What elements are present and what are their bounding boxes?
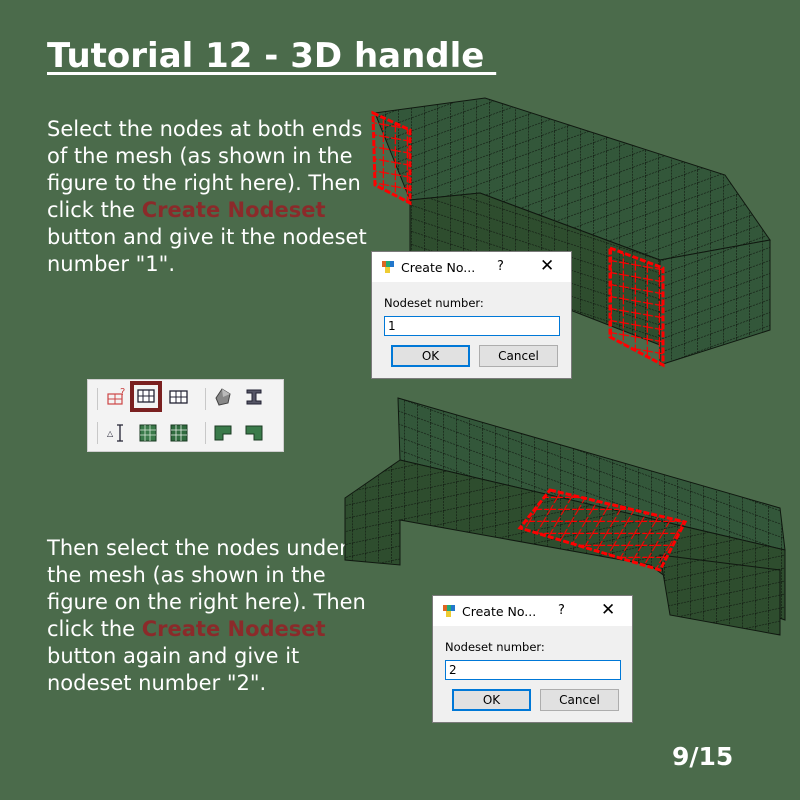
dialog-2-title-bar: Create No... ? ✕ <box>433 596 632 626</box>
nodeset-number-input[interactable] <box>445 660 621 680</box>
create-nodeset-dialog-2: Create No... ? ✕ Nodeset number: OK Canc… <box>432 595 633 723</box>
step1-text-after: button and give it the nodeset number "1… <box>47 225 367 276</box>
app-icon <box>382 261 394 273</box>
app-icon <box>443 605 455 617</box>
close-icon[interactable]: ✕ <box>601 600 615 620</box>
close-icon[interactable]: ✕ <box>540 256 554 276</box>
top-mesh-side-face <box>659 239 771 366</box>
l-block-icon[interactable] <box>212 422 234 444</box>
create-nodeset-dialog-1: Create No... ? ✕ Nodeset number: OK Canc… <box>371 251 572 379</box>
help-icon[interactable]: ? <box>558 603 565 618</box>
delete-nodeset-icon[interactable]: ? <box>106 386 128 408</box>
dialog-1-title: Create No... <box>401 260 476 275</box>
nodeset-number-label: Nodeset number: <box>384 296 484 310</box>
create-sideset-icon[interactable] <box>168 386 190 408</box>
svg-text:?: ? <box>120 387 125 398</box>
toolbar-separator <box>97 388 98 410</box>
slide-title: Tutorial 12 - 3D handle <box>47 36 497 76</box>
dialog-2-title: Create No... <box>462 604 537 619</box>
toolbar-panel: ? △ <box>87 379 284 452</box>
nodeset-1-left-end <box>371 110 412 206</box>
nodeset-1-right-end <box>608 245 665 368</box>
step2-instructions: Then select the nodes under the mesh (as… <box>47 535 377 697</box>
solid-icon[interactable] <box>212 386 234 408</box>
step1-create-nodeset-label: Create Nodeset <box>141 198 326 222</box>
ok-button[interactable]: OK <box>391 345 470 367</box>
green-grid-icon[interactable] <box>137 422 159 444</box>
l-block-alt-icon[interactable] <box>243 422 265 444</box>
cancel-button[interactable]: Cancel <box>479 345 558 367</box>
help-icon[interactable]: ? <box>497 259 504 274</box>
page-number: 9/15 <box>672 742 734 771</box>
step1-instructions: Select the nodes at both ends of the mes… <box>47 116 377 278</box>
measure-icon[interactable]: △ <box>106 422 128 444</box>
toolbar-separator <box>205 422 206 444</box>
cancel-button[interactable]: Cancel <box>540 689 619 711</box>
svg-text:△: △ <box>107 429 114 438</box>
ok-button[interactable]: OK <box>452 689 531 711</box>
nodeset-number-label: Nodeset number: <box>445 640 545 654</box>
create-nodeset-icon[interactable] <box>135 386 157 408</box>
step2-create-nodeset-label: Create Nodeset <box>141 617 326 641</box>
green-mesh-icon[interactable] <box>168 422 190 444</box>
dialog-1-title-bar: Create No... ? ✕ <box>372 252 571 282</box>
toolbar-separator <box>205 388 206 410</box>
beam-icon[interactable] <box>243 386 265 408</box>
step2-text-after: button again and give it nodeset number … <box>47 644 300 695</box>
nodeset-number-input[interactable] <box>384 316 560 336</box>
toolbar-separator <box>97 422 98 444</box>
